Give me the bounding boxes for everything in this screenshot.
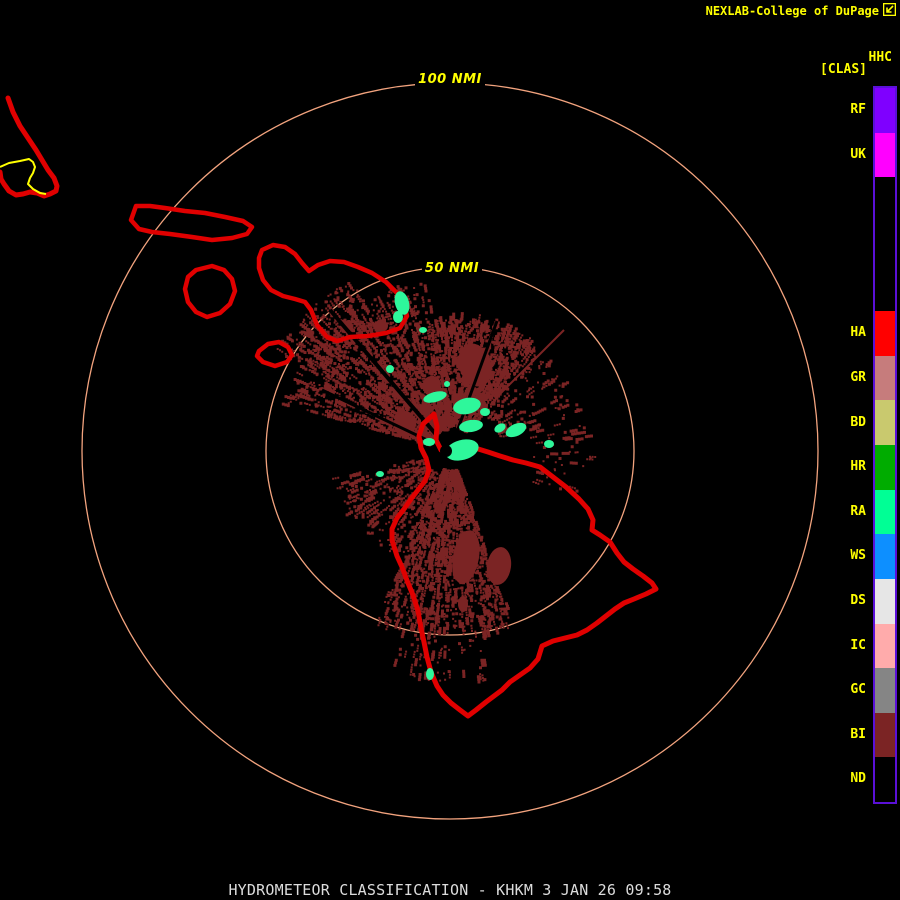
legend-label-gc: GC — [850, 682, 866, 698]
legend-label-nd: ND — [850, 771, 866, 787]
legend-mode-label: [CLAS] — [820, 62, 867, 77]
rain-echo — [480, 408, 490, 416]
legend-label-ra: RA — [850, 503, 866, 519]
rain-echo — [423, 438, 435, 446]
echo-core — [458, 596, 468, 612]
legend-swatch-ic — [875, 623, 895, 669]
ring-label-100nmi: 100 NMI — [418, 72, 482, 87]
radar-display: 100 NMI 50 NMI — [0, 70, 819, 820]
legend-title: HHC — [868, 50, 892, 65]
legend-swatch-nd — [875, 757, 895, 802]
legend-swatch-gr — [875, 355, 895, 401]
legend-label-ws: WS — [850, 548, 866, 564]
legend-label-gr: GR — [850, 369, 866, 385]
coastline-molokai — [128, 203, 255, 243]
legend-label-uk: UK — [850, 146, 866, 162]
legend-swatch-hr — [875, 445, 895, 490]
legend-swatch-ds — [875, 578, 895, 624]
legend-swatch-bi — [875, 712, 895, 758]
legend-swatch-ra — [875, 489, 895, 535]
radar-site-hole — [440, 445, 452, 457]
legend-swatch-empty — [875, 177, 895, 222]
legend-label-bd: BD — [850, 414, 866, 430]
export-arrow-icon[interactable] — [883, 3, 896, 16]
echo-core — [423, 376, 441, 392]
brand-title: NEXLAB-College of DuPage — [705, 4, 879, 18]
rain-echo — [386, 365, 394, 373]
legend-label-hr: HR — [850, 459, 866, 475]
rain-echo — [419, 327, 427, 333]
product-title: HYDROMETEOR CLASSIFICATION - KHKM 3 JAN … — [228, 881, 672, 899]
radar-viewer: 100 NMI 50 NMI NEXLAB-College of DuPage H… — [0, 0, 900, 900]
legend-swatch-empty — [875, 221, 895, 267]
legend-swatch-uk — [875, 132, 895, 178]
legend-swatch-bd — [875, 400, 895, 445]
legend-swatch-ws — [875, 534, 895, 579]
coastline-kahoolawe — [254, 339, 295, 369]
legend-swatch-rf — [875, 88, 895, 133]
coastline-lanai — [182, 263, 238, 320]
legend-label-bi: BI — [850, 726, 866, 742]
legend-swatch-gc — [875, 668, 895, 713]
ring-label-50nmi: 50 NMI — [425, 261, 479, 276]
legend-colorbar — [873, 86, 897, 804]
rain-echo — [444, 381, 450, 387]
rain-echo — [426, 668, 434, 680]
legend-swatch-empty — [875, 266, 895, 312]
rain-echo — [544, 440, 554, 448]
legend-label-ha: HA — [850, 325, 866, 341]
echo-core — [374, 320, 388, 332]
legend-swatch-ha — [875, 311, 895, 356]
legend-label-ic: IC — [850, 637, 866, 653]
rain-echo — [376, 471, 384, 477]
legend-label-rf: RF — [850, 102, 866, 118]
legend-label-ds: DS — [850, 592, 866, 608]
echo-sector — [393, 630, 487, 684]
rain-echo — [393, 311, 403, 323]
